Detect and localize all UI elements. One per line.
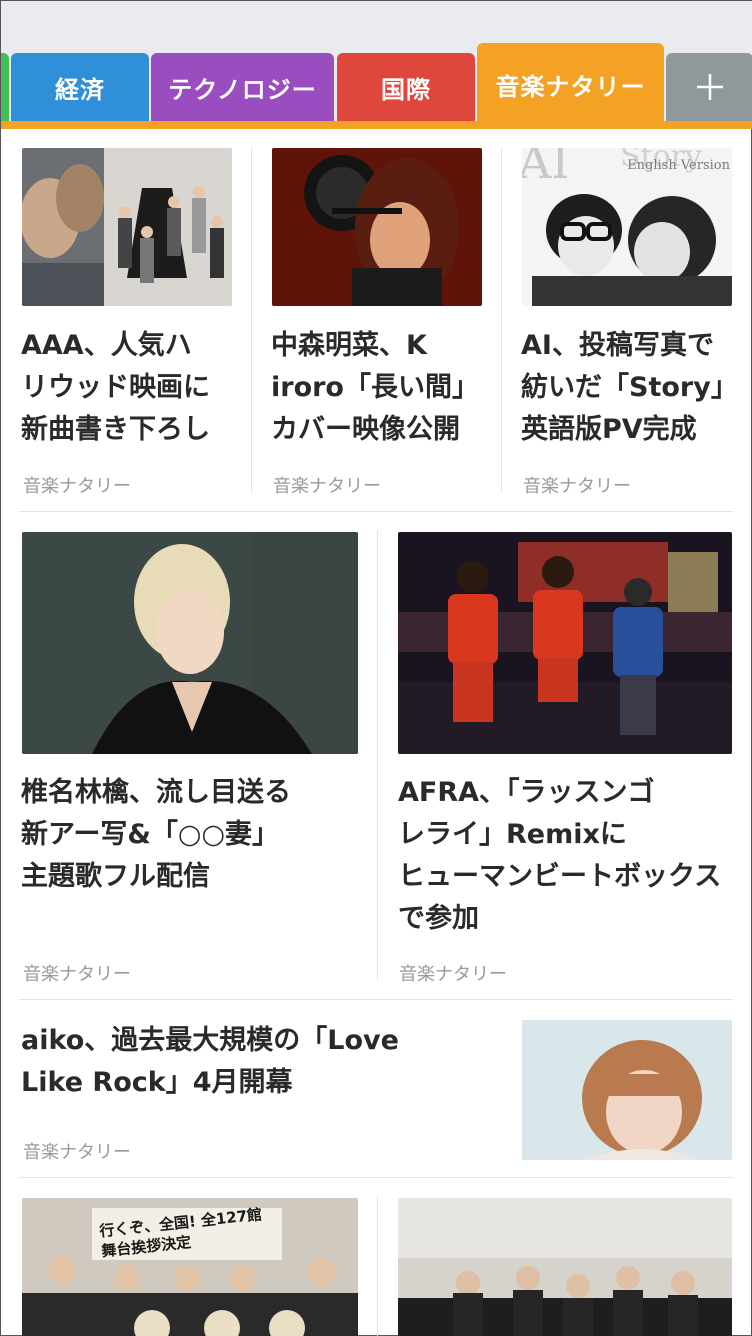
article-thumbnail [272,148,482,306]
active-tab-underline [1,121,752,129]
article-thumbnail [398,1198,732,1336]
add-tab-button[interactable] [666,53,752,121]
article-title-line: iroro「長い間」 [271,372,479,403]
article-title: 椎名林檎、流し目送る 新アー写&「○○妻」 主題歌フル配信 [21,772,366,898]
article-thumbnail [22,148,232,306]
article-title: AI、投稿写真で 紡いだ「Story」 英語版PV完成 [521,325,746,451]
article-thumbnail: AI Story English Version [522,148,732,306]
article-title: aiko、過去最大規模の「Love Like Rock」4月開幕 [21,1020,501,1104]
article-card[interactable]: AAA、人気ハ リウッド映画に 新曲書き下ろし 音楽ナタリー [1,129,251,499]
article-thumbnail [522,1020,732,1160]
article-title-line: 紡いだ「Story」 [521,372,738,403]
article-title-line: レライ」Remixに [398,819,627,850]
article-card[interactable]: 中森明菜、K iroro「長い間」 カバー映像公開 音楽ナタリー [252,129,501,499]
article-title-line: AAA、人気ハ [21,330,192,361]
article-card[interactable]: 椎名林檎、流し目送る 新アー写&「○○妻」 主題歌フル配信 音楽ナタリー [1,512,377,998]
article-source: 音楽ナタリー [523,476,631,497]
article-card[interactable] [378,1178,752,1336]
article-title-line: 椎名林檎、流し目送る [21,777,291,808]
category-tab-bar: 経済 テクノロジー 国際 音楽ナタリー [1,1,752,129]
article-source: 音楽ナタリー [23,476,131,497]
article-title: 中森明菜、K iroro「長い間」 カバー映像公開 [271,325,496,451]
article-thumbnail [398,532,732,754]
article-title-line: ヒューマンビートボックス [398,861,722,892]
tab-technology[interactable]: テクノロジー [151,53,334,121]
article-card[interactable]: AFRA、「ラッスンゴ レライ」Remixに ヒューマンビートボックス で参加 … [378,512,752,998]
article-title-line: で参加 [398,903,479,934]
article-title-line: 英語版PV完成 [521,414,697,445]
article-title-line: aiko、過去最大規模の「Love [21,1025,399,1056]
article-card[interactable]: 行くぞ、全国! 全127館 舞台挨拶決定 [1,1178,377,1336]
image-caption: English Version [627,158,730,173]
tab-music-natalie-label: 音楽ナタリー [495,72,646,101]
article-card[interactable]: aiko、過去最大規模の「Love Like Rock」4月開幕 音楽ナタリー [1,1000,752,1176]
article-source: 音楽ナタリー [273,476,381,497]
article-source: 音楽ナタリー [399,964,507,985]
tab-technology-label: テクノロジー [168,75,317,104]
article-title: AAA、人気ハ リウッド映画に 新曲書き下ろし [21,325,241,451]
article-card[interactable]: AI Story English Version AI、投稿写真で 紡いだ「St… [502,129,752,499]
article-title-line: AI、投稿写真で [521,330,714,361]
svg-text:AI: AI [522,148,569,189]
article-source: 音楽ナタリー [23,1142,131,1163]
article-title-line: カバー映像公開 [271,414,460,445]
tab-keizai-label: 経済 [55,75,105,104]
article-source: 音楽ナタリー [23,964,131,985]
tab-music-natalie[interactable]: 音楽ナタリー [477,43,664,125]
article-title-line: 主題歌フル配信 [21,861,210,892]
article-title-line: AFRA、「ラッスンゴ [398,777,655,808]
article-title-line: リウッド映画に [21,372,210,403]
article-title: AFRA、「ラッスンゴ レライ」Remixに ヒューマンビートボックス で参加 [398,772,748,940]
plus-icon [696,74,723,100]
article-title-line: 新アー写&「○○妻」 [21,819,280,850]
tab-previous-partial[interactable] [1,53,9,121]
tab-keizai[interactable]: 経済 [11,53,149,121]
article-title-line: 中森明菜、K [271,330,427,361]
tab-kokusai[interactable]: 国際 [337,53,475,121]
article-thumbnail: 行くぞ、全国! 全127館 舞台挨拶決定 [22,1198,358,1336]
tab-kokusai-label: 国際 [381,75,431,104]
article-title-line: 新曲書き下ろし [21,414,210,445]
article-thumbnail [22,532,358,754]
article-title-line: Like Rock」4月開幕 [21,1067,293,1098]
